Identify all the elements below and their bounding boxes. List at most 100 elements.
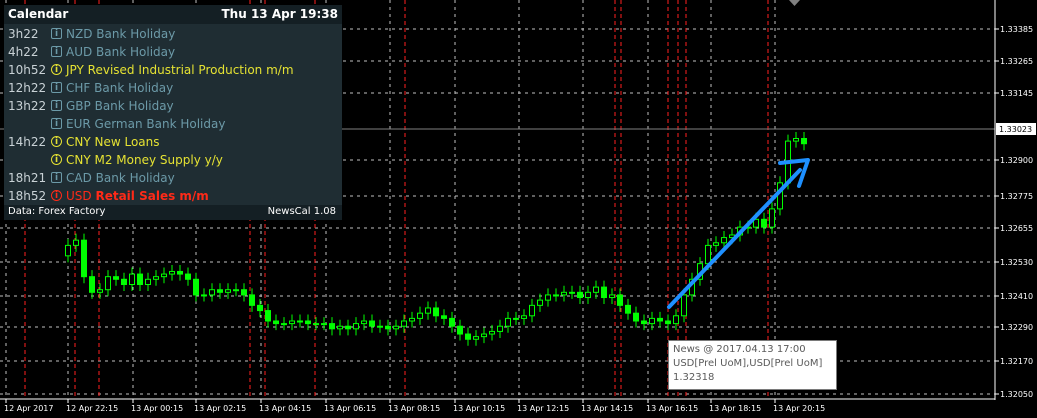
- candle[interactable]: [329, 317, 335, 336]
- candle[interactable]: [409, 311, 415, 328]
- candle[interactable]: [209, 283, 215, 302]
- candle[interactable]: [713, 236, 719, 252]
- candle[interactable]: [769, 202, 775, 234]
- candle[interactable]: [433, 301, 439, 323]
- time-tick-label: 13 Apr 18:15: [709, 404, 761, 413]
- candle[interactable]: [625, 298, 631, 320]
- candle[interactable]: [425, 301, 431, 320]
- candle[interactable]: [201, 288, 207, 302]
- candle[interactable]: [169, 264, 175, 281]
- candle[interactable]: [497, 319, 503, 338]
- candle[interactable]: [257, 298, 263, 318]
- candle[interactable]: [337, 319, 343, 336]
- event-title: Retail Sales m/m: [95, 189, 209, 203]
- candle[interactable]: [73, 233, 79, 252]
- candle[interactable]: [617, 288, 623, 312]
- event-title: Bank Holiday: [94, 99, 174, 113]
- calendar-event-row[interactable]: 4h22 i AUD Bank Holiday: [4, 43, 342, 61]
- candle[interactable]: [529, 298, 535, 323]
- candle[interactable]: [89, 270, 95, 299]
- event-currency: CNY: [66, 135, 95, 149]
- candle[interactable]: [761, 212, 767, 234]
- candle[interactable]: [65, 238, 71, 263]
- candle[interactable]: [289, 314, 295, 331]
- candle[interactable]: [793, 131, 799, 148]
- candle[interactable]: [361, 314, 367, 331]
- candle[interactable]: [281, 317, 287, 331]
- tooltip-line-1: News @ 2017.04.13 17:00: [673, 344, 806, 355]
- candle[interactable]: [193, 272, 199, 302]
- candle[interactable]: [161, 267, 167, 284]
- calendar-event-row[interactable]: 18h21 i CAD Bank Holiday: [4, 169, 342, 187]
- candle[interactable]: [777, 176, 783, 216]
- candle[interactable]: [393, 319, 399, 336]
- candle[interactable]: [417, 306, 423, 325]
- price-tick-label: 1.32290: [1000, 323, 1033, 332]
- candle[interactable]: [321, 317, 327, 331]
- news-calendar-panel[interactable]: Calendar Thu 13 Apr 19:38 3h22 i NZD Bank …: [4, 5, 342, 220]
- candle[interactable]: [449, 311, 455, 333]
- calendar-title: Calendar: [8, 7, 69, 21]
- candle[interactable]: [801, 131, 807, 151]
- calendar-event-row[interactable]: i EUR German Bank Holiday: [4, 115, 342, 133]
- candle[interactable]: [265, 304, 271, 328]
- candle[interactable]: [353, 317, 359, 336]
- candle[interactable]: [569, 285, 575, 299]
- candle[interactable]: [585, 285, 591, 305]
- candle[interactable]: [441, 309, 447, 325]
- candle[interactable]: [545, 288, 551, 307]
- calendar-event-row[interactable]: i CNY M2 Money Supply y/y: [4, 151, 342, 169]
- candle[interactable]: [105, 270, 111, 297]
- candle[interactable]: [457, 319, 463, 341]
- candle[interactable]: [129, 267, 135, 292]
- price-tick-label: 1.32655: [1000, 224, 1033, 233]
- calendar-event-row[interactable]: 14h22 i CNY New Loans: [4, 133, 342, 151]
- calendar-event-row[interactable]: 10h52 i JPY Revised Industrial Production …: [4, 61, 342, 79]
- chart-shift-marker[interactable]: [789, 0, 800, 6]
- event-currency: CAD: [66, 171, 96, 185]
- candle[interactable]: [241, 283, 247, 302]
- candle[interactable]: [401, 314, 407, 333]
- candle[interactable]: [81, 233, 87, 284]
- candle[interactable]: [633, 306, 639, 328]
- candle[interactable]: [601, 280, 607, 305]
- candle[interactable]: [153, 270, 159, 286]
- candle[interactable]: [313, 317, 319, 331]
- candle[interactable]: [297, 314, 303, 328]
- calendar-event-row[interactable]: 12h22 i CHF Bank Holiday: [4, 79, 342, 97]
- price-tick-label: 1.33265: [1000, 57, 1033, 66]
- candle[interactable]: [113, 270, 119, 286]
- candle[interactable]: [609, 288, 615, 305]
- candle[interactable]: [553, 288, 559, 302]
- candle[interactable]: [137, 267, 143, 292]
- candle[interactable]: [273, 314, 279, 331]
- candle[interactable]: [121, 272, 127, 292]
- candle[interactable]: [561, 285, 567, 302]
- calendar-event-row[interactable]: 18h52 i USD Retail Sales m/m: [4, 187, 342, 205]
- candle[interactable]: [185, 267, 191, 286]
- info-icon: i: [51, 190, 62, 201]
- event-currency: GBP: [66, 99, 95, 113]
- candle[interactable]: [481, 327, 487, 344]
- candle[interactable]: [473, 330, 479, 346]
- candle[interactable]: [177, 264, 183, 281]
- candle[interactable]: [665, 314, 671, 331]
- candle[interactable]: [657, 311, 663, 328]
- candle[interactable]: [233, 283, 239, 297]
- candle[interactable]: [641, 314, 647, 331]
- candle[interactable]: [345, 319, 351, 336]
- candle[interactable]: [577, 285, 583, 305]
- candle[interactable]: [521, 309, 527, 325]
- candle[interactable]: [369, 314, 375, 333]
- calendar-event-row[interactable]: 3h22 i NZD Bank Holiday: [4, 25, 342, 43]
- candle[interactable]: [305, 314, 311, 331]
- candle[interactable]: [377, 319, 383, 333]
- info-icon: i: [51, 172, 62, 183]
- candle[interactable]: [145, 272, 151, 292]
- time-tick-label: 12 Apr 22:15: [66, 404, 118, 413]
- candle[interactable]: [465, 327, 471, 346]
- candle[interactable]: [505, 311, 511, 333]
- event-title: German Bank Holiday: [94, 117, 226, 131]
- candle[interactable]: [513, 311, 519, 325]
- calendar-event-row[interactable]: 13h22 i GBP Bank Holiday: [4, 97, 342, 115]
